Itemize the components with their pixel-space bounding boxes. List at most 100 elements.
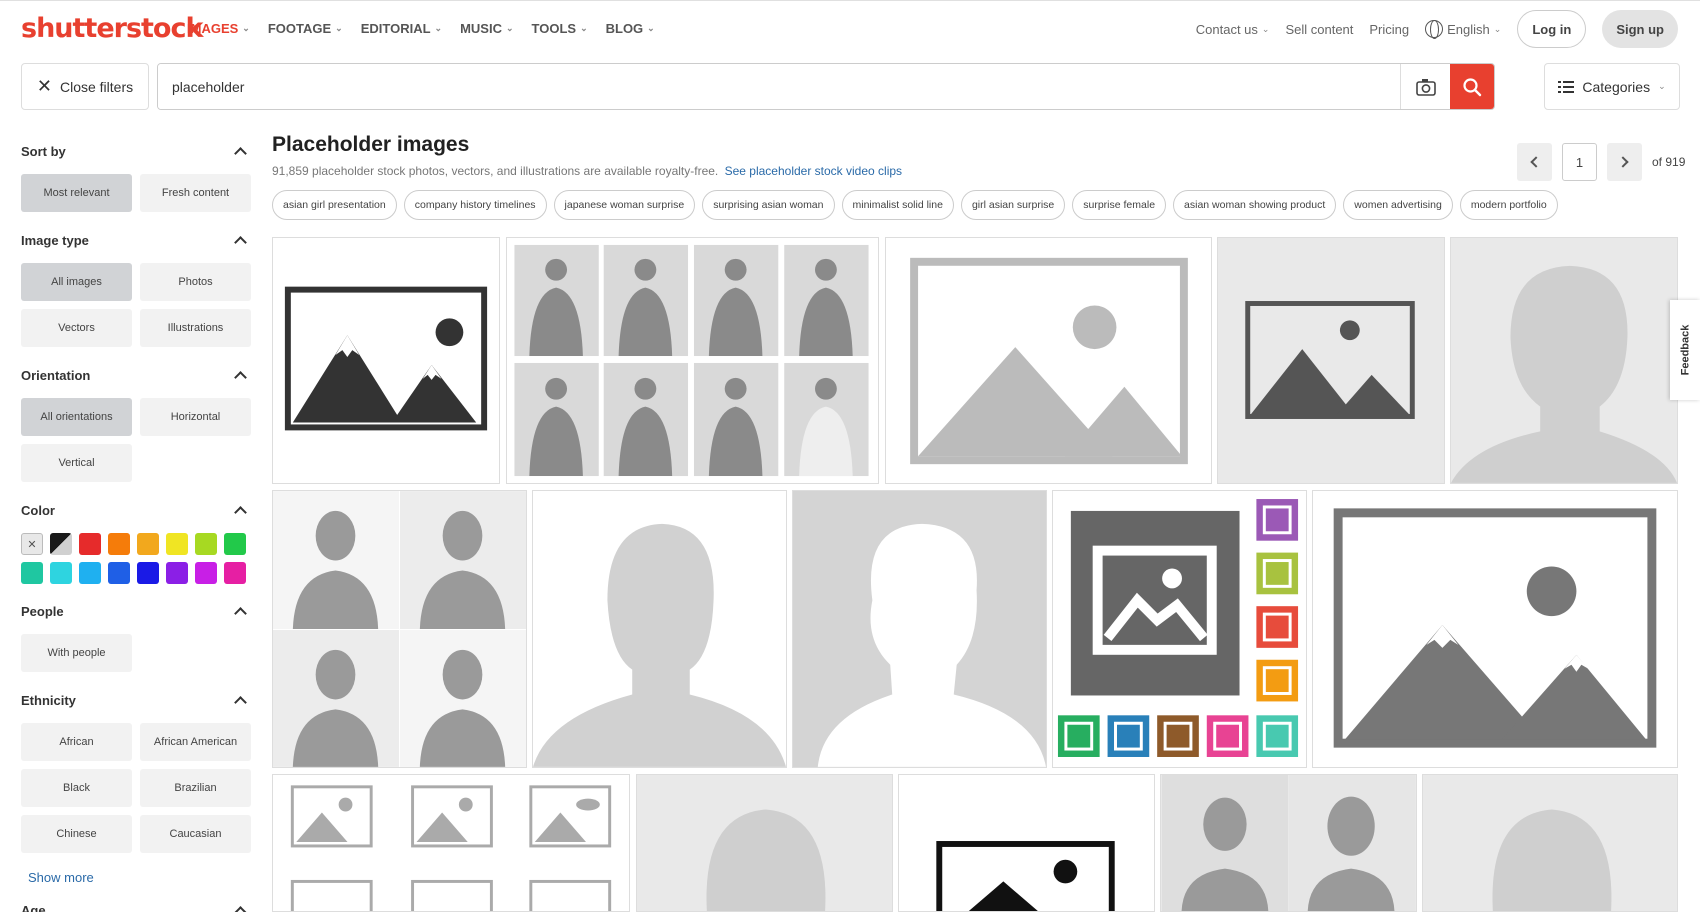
related-tag[interactable]: asian woman showing product [1173,190,1337,220]
result-image-colorful-icons[interactable] [1052,490,1307,768]
placeholder-icon-sheet [290,785,612,911]
nav-music[interactable]: MUSIC ⌄ [460,21,513,36]
result-image-mountain-partial[interactable] [898,774,1155,912]
result-image-large-mountain[interactable] [1312,490,1678,768]
type-vectors[interactable]: Vectors [21,309,132,347]
result-image-placeholder-mountain[interactable] [272,237,500,484]
color-swatch-bw[interactable] [50,533,72,555]
sort-section-header[interactable]: Sort by [21,140,251,162]
related-tag[interactable]: minimalist solid line [841,190,954,220]
image-icons-set [1057,499,1299,757]
people-with-people[interactable]: With people [21,634,132,672]
nav-footage[interactable]: FOOTAGE ⌄ [268,21,343,36]
list-icon [1558,80,1575,93]
color-swatch[interactable] [108,533,130,555]
color-swatch[interactable] [21,562,43,584]
related-tag[interactable]: surprise female [1072,190,1167,220]
result-image-dark-frame-mountain[interactable] [1217,237,1445,484]
ethnicity-african[interactable]: African [21,723,132,761]
gray-mountain-placeholder [910,257,1188,465]
image-type-section-header[interactable]: Image type [21,229,251,251]
nav-images[interactable]: IMAGES ⌄ [187,21,250,36]
color-swatch[interactable] [224,562,246,584]
color-swatch[interactable] [166,562,188,584]
sell-content-link[interactable]: Sell content [1285,22,1353,37]
login-button[interactable]: Log in [1517,10,1587,48]
color-swatch[interactable] [137,562,159,584]
male-avatar-silhouette [1451,265,1677,483]
color-swatch[interactable] [79,562,101,584]
orientation-horizontal[interactable]: Horizontal [140,398,251,436]
color-section-header[interactable]: Color [21,499,251,521]
result-image-gray-frame-mountain[interactable] [885,237,1212,484]
color-clear-swatch[interactable]: ✕ [21,533,43,555]
ethnicity-caucasian[interactable]: Caucasian [140,815,251,853]
male-silhouette-illustration [533,523,786,767]
chevron-down-icon: ⌄ [1493,23,1502,34]
color-swatch[interactable] [166,533,188,555]
result-image-icon-sheet[interactable] [272,774,630,912]
color-swatch[interactable] [108,562,130,584]
close-filters-button[interactable]: ✕ Close filters [21,63,149,110]
result-image-male-silhouette-white[interactable] [532,490,787,768]
people-section-header[interactable]: People [21,600,251,622]
color-swatch[interactable] [195,533,217,555]
language-selector[interactable]: English ⌄ [1425,20,1502,39]
ethnicity-african-american[interactable]: African American [140,723,251,761]
color-swatch[interactable] [224,533,246,555]
age-section-header[interactable]: Age [21,899,251,912]
search-input[interactable] [158,64,1400,109]
large-mountain-placeholder [1333,508,1657,748]
result-image-avatar-set[interactable] [272,490,527,768]
color-swatch[interactable] [50,562,72,584]
orientation-vertical[interactable]: Vertical [21,444,132,482]
related-tag[interactable]: surprising asian woman [702,190,835,220]
color-swatch[interactable] [79,533,101,555]
chevron-down-icon: ⌄ [505,23,514,33]
ethnicity-chinese[interactable]: Chinese [21,815,132,853]
ethnicity-brazilian[interactable]: Brazilian [140,769,251,807]
show-more-link[interactable]: Show more [28,870,251,885]
nav-blog[interactable]: BLOG ⌄ [606,21,655,36]
result-image-business-silhouettes[interactable] [506,237,879,484]
signup-button[interactable]: Sign up [1602,10,1678,48]
type-illustrations[interactable]: Illustrations [140,309,251,347]
result-image-avatar-partial[interactable] [636,774,893,912]
result-image-male-avatar[interactable] [1450,237,1678,484]
video-clips-link[interactable]: See placeholder stock video clips [725,164,902,178]
contact-us-link[interactable]: Contact us ⌄ [1196,22,1270,37]
search-button[interactable] [1450,64,1494,109]
next-page-button[interactable] [1607,143,1642,181]
prev-page-button[interactable] [1517,143,1552,181]
result-image-couple-avatars[interactable] [1160,774,1417,912]
sort-most-relevant[interactable]: Most relevant [21,174,132,212]
chevron-down-icon: ⌄ [434,23,443,33]
color-swatch[interactable] [195,562,217,584]
related-tag[interactable]: women advertising [1343,190,1453,220]
related-tag[interactable]: company history timelines [403,190,547,220]
ethnicity-section-header[interactable]: Ethnicity [21,689,251,711]
orientation-all[interactable]: All orientations [21,398,132,436]
pagination: 1 of 919 [1517,143,1685,181]
page-number-input[interactable]: 1 [1562,143,1597,181]
pricing-link[interactable]: Pricing [1369,22,1409,37]
result-image-avatar-partial-2[interactable] [1422,774,1678,912]
feedback-tab[interactable]: Feedback [1670,300,1700,400]
ethnicity-black[interactable]: Black [21,769,132,807]
result-image-female-silhouette[interactable] [792,490,1047,768]
image-search-button[interactable] [1400,64,1450,109]
categories-button[interactable]: Categories ⌄ [1544,63,1680,110]
chevron-down-icon: ⌄ [242,23,250,33]
orientation-section-header[interactable]: Orientation [21,364,251,386]
shutterstock-logo[interactable]: shutterstock [21,13,203,44]
related-tag[interactable]: asian girl presentation [272,190,397,220]
nav-editorial[interactable]: EDITORIAL ⌄ [361,21,442,36]
related-tag[interactable]: girl asian surprise [960,190,1066,220]
related-tag[interactable]: modern portfolio [1459,190,1558,220]
sort-fresh-content[interactable]: Fresh content [140,174,251,212]
type-photos[interactable]: Photos [140,263,251,301]
color-swatch[interactable] [137,533,159,555]
related-tag[interactable]: japanese woman surprise [553,190,696,220]
nav-tools[interactable]: TOOLS ⌄ [532,21,588,36]
type-all-images[interactable]: All images [21,263,132,301]
